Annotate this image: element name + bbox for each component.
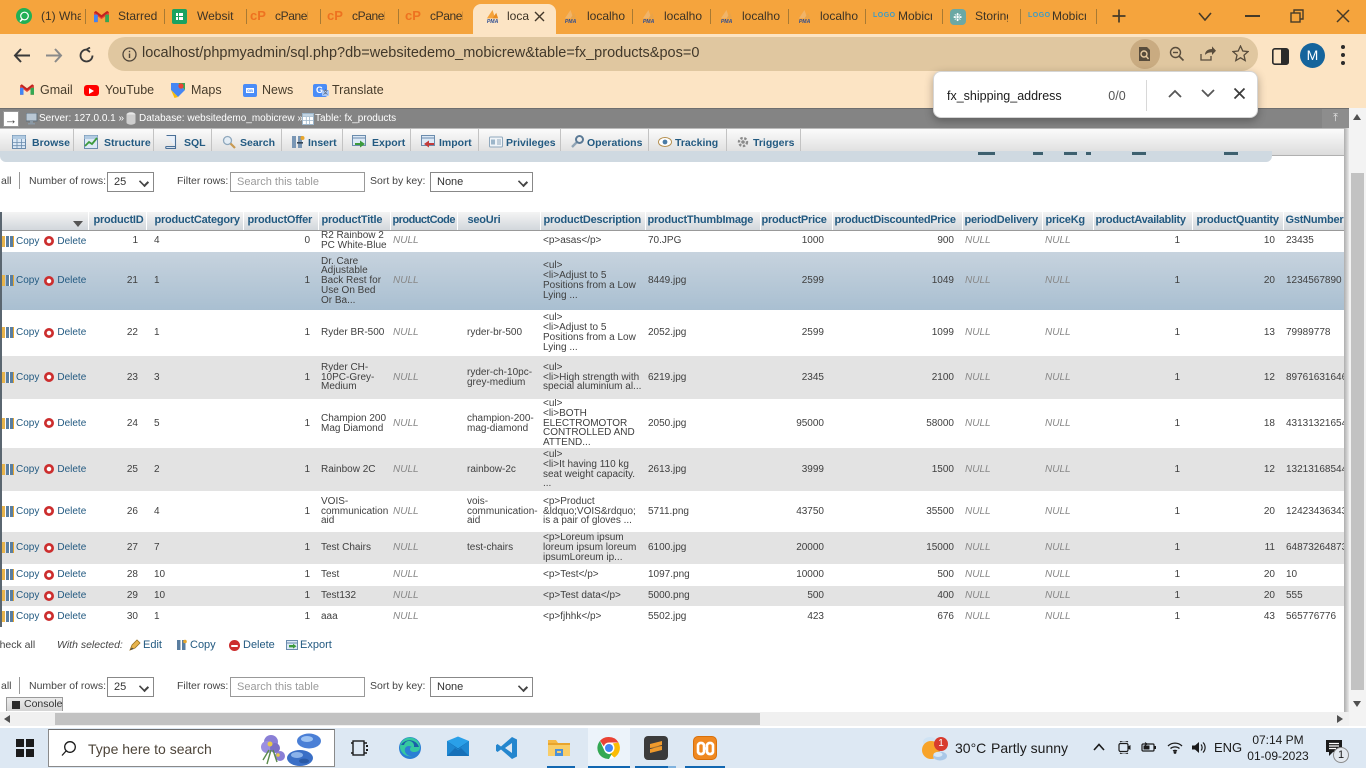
svg-text:PMA: PMA <box>721 19 733 24</box>
svg-text:PMA: PMA <box>565 19 577 24</box>
svg-text:PMA: PMA <box>487 19 499 24</box>
svg-text:PMA: PMA <box>643 19 655 24</box>
svg-text:PMA: PMA <box>799 19 811 24</box>
